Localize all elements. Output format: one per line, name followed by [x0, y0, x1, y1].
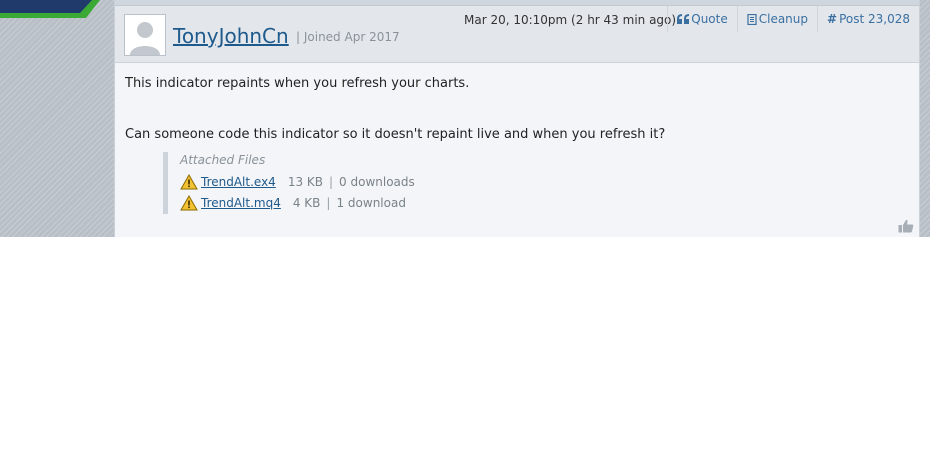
cleanup-button[interactable]: Cleanup	[736, 6, 817, 32]
cleanup-icon	[747, 13, 757, 25]
quote-label: Quote	[691, 12, 728, 26]
quote-button[interactable]: Quote	[667, 6, 736, 32]
forum-post: TonyJohnCn | Joined Apr 2017 Mar 20, 10:…	[114, 0, 920, 237]
post-paragraph: Can someone code this indicator so it do…	[125, 127, 666, 142]
attachment-downloads: 1 download	[336, 196, 406, 210]
attachment-link[interactable]: TrendAlt.mq4	[201, 196, 281, 210]
hash-icon: #	[827, 12, 838, 26]
warning-icon	[180, 195, 198, 211]
attachment-size: 13 KB	[287, 175, 323, 189]
post-number-link[interactable]: # Post 23,028	[817, 6, 919, 32]
join-date: | Joined Apr 2017	[296, 30, 400, 44]
separator: |	[326, 196, 331, 210]
separator: |	[329, 175, 334, 189]
attachments-heading: Attached Files	[180, 153, 266, 167]
post-header: TonyJohnCn | Joined Apr 2017 Mar 20, 10:…	[115, 6, 919, 63]
attachment-row: TrendAlt.ex4 13 KB | 0 downloads	[180, 173, 415, 191]
thumbs-up-icon[interactable]	[898, 219, 914, 233]
attachments-block: Attached Files TrendAlt.ex4 13 KB | 0 do…	[163, 152, 423, 214]
avatar[interactable]	[124, 14, 166, 56]
attachment-downloads: 0 downloads	[339, 175, 415, 189]
attachment-row: TrendAlt.mq4 4 KB | 1 download	[180, 194, 406, 212]
default-avatar-icon	[125, 15, 165, 55]
post-paragraph: This indicator repaints when you refresh…	[125, 76, 470, 91]
site-logo-corner	[0, 0, 100, 18]
cleanup-label: Cleanup	[758, 12, 809, 26]
attachment-link[interactable]: TrendAlt.ex4	[201, 175, 276, 189]
quote-icon	[677, 14, 690, 24]
post-actions: Quote Cleanup # Post 23,028	[667, 6, 919, 32]
warning-icon	[180, 174, 198, 190]
attachment-size: 4 KB	[292, 196, 321, 210]
username-link[interactable]: TonyJohnCn	[173, 23, 289, 49]
post-number-label: Post 23,028	[839, 12, 910, 26]
post-timestamp: Mar 20, 10:10pm (2 hr 43 min ago)	[464, 13, 677, 27]
